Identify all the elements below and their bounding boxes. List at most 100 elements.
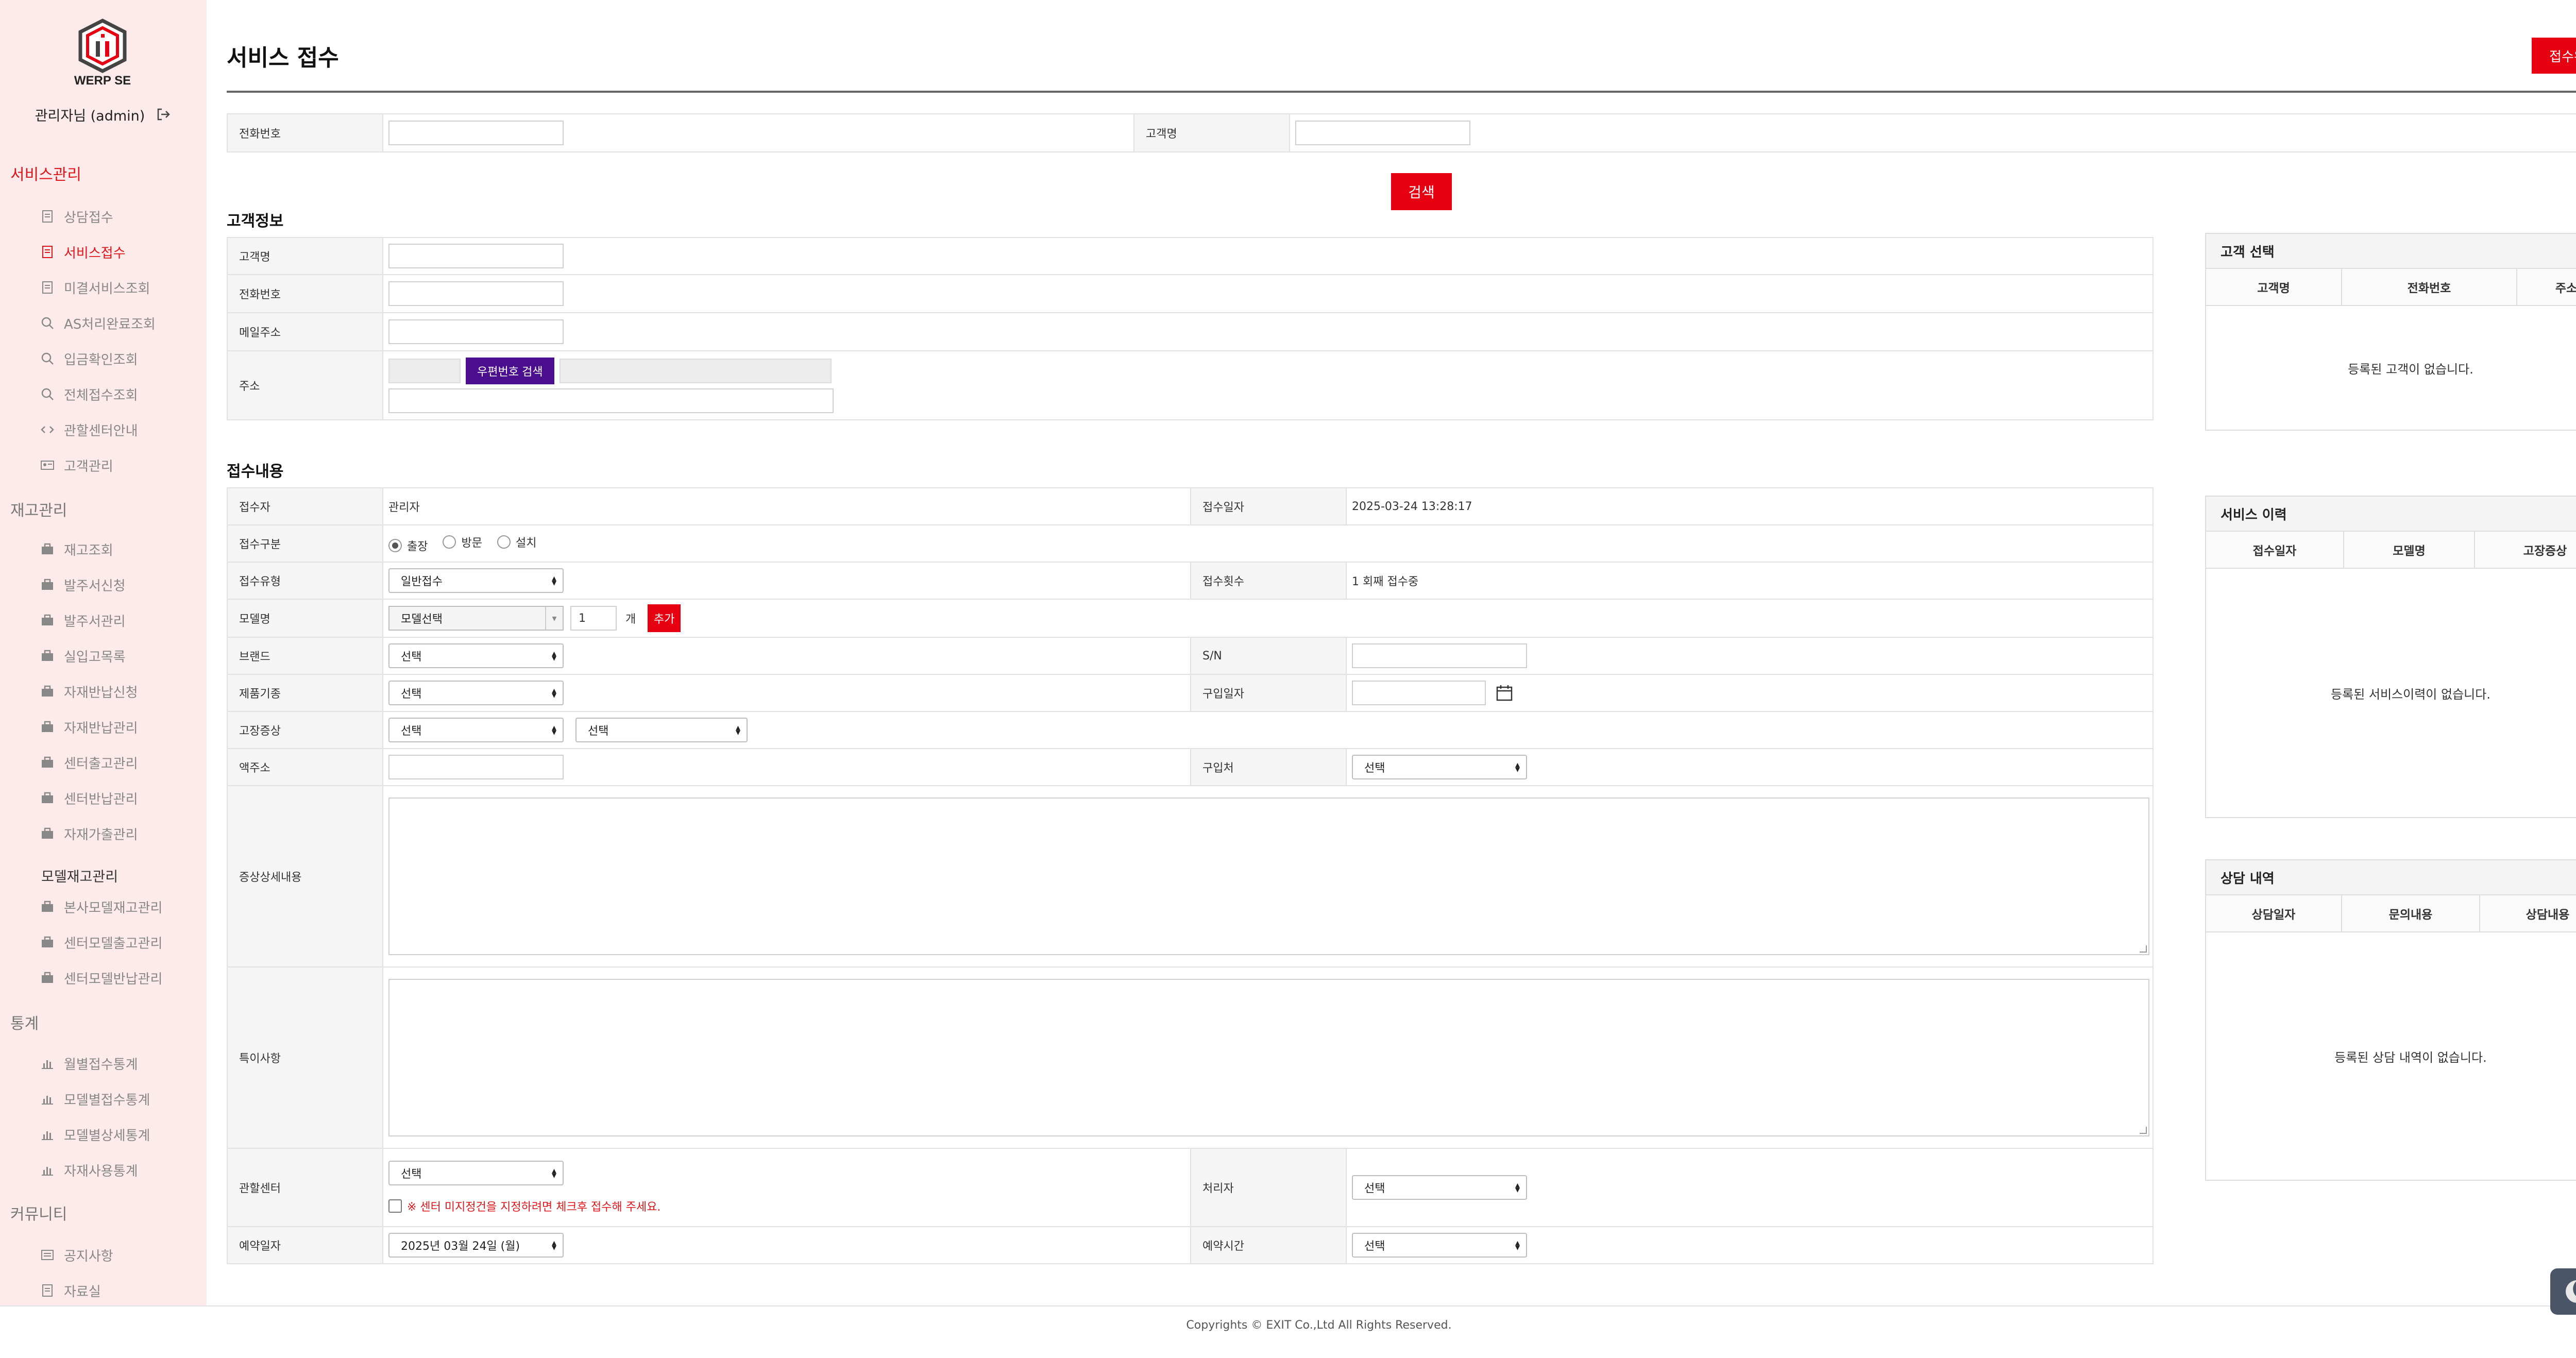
sidebar-item[interactable]: 센터모델반납관리 xyxy=(40,967,162,988)
receipt-table: 접수자 관리자 접수일자 2025-03-24 13:28:17 접수구분 출장… xyxy=(227,487,2154,1264)
sidebar-item[interactable]: 자재반납신청 xyxy=(40,681,138,702)
purchase-place-select[interactable]: 선택 ▴ ▾ xyxy=(1352,755,1527,779)
product-value: 선택 xyxy=(401,688,422,701)
center-select[interactable]: 선택 ▴ ▾ xyxy=(388,1161,564,1185)
sidebar-item-label: 센터출고관리 xyxy=(64,756,138,772)
sidebar-item[interactable]: 자료실 xyxy=(40,1280,101,1301)
sidebar-item[interactable]: 미결서비스조회 xyxy=(40,277,150,298)
sidebar-item[interactable]: 센터출고관리 xyxy=(40,752,138,773)
nav-section-community[interactable]: 커뮤니티 xyxy=(10,1201,67,1224)
sidebar-item[interactable]: 관할센터안내 xyxy=(40,419,138,440)
purchase-date-input[interactable] xyxy=(1352,681,1486,705)
sidebar-item[interactable]: 자재사용통계 xyxy=(40,1160,138,1180)
center-unassigned-checkbox[interactable] xyxy=(388,1199,402,1213)
sn-input[interactable] xyxy=(1352,643,1527,668)
sidebar-item[interactable]: AS처리완료조회 xyxy=(40,313,156,333)
document-icon xyxy=(42,1284,53,1297)
symptom-value-2: 선택 xyxy=(588,725,609,738)
dropdown-arrow-icon: ▾ xyxy=(545,607,563,630)
search-name-input[interactable] xyxy=(1295,121,1470,145)
reserve-date-select[interactable]: 2025년 03월 24일 (월) ▴ ▾ xyxy=(388,1233,564,1258)
notes-textarea[interactable] xyxy=(388,979,2149,1136)
sidebar-item[interactable]: 서비스접수 xyxy=(40,242,126,262)
sidebar-item-label: 재고조회 xyxy=(64,542,113,558)
calendar-icon[interactable] xyxy=(1496,684,1513,702)
briefcase-icon xyxy=(42,792,53,803)
sidebar-item[interactable]: 모델별접수통계 xyxy=(40,1089,150,1109)
sidebar-item[interactable]: 발주서신청 xyxy=(40,574,126,595)
sidebar-item[interactable]: 모델별상세통계 xyxy=(40,1124,150,1145)
id-card-icon xyxy=(41,461,54,470)
customer-phone-input[interactable] xyxy=(388,281,564,306)
quantity-input[interactable]: 1 xyxy=(570,606,617,631)
radio-visit-label: 방문 xyxy=(461,536,482,550)
sidebar-item[interactable]: 발주서관리 xyxy=(40,610,126,631)
address-main-input[interactable] xyxy=(559,359,832,383)
sidebar-item[interactable]: 자재가출관리 xyxy=(40,823,138,844)
bar-chart-icon xyxy=(42,1167,53,1176)
dark-mode-toggle[interactable] xyxy=(2550,1268,2576,1315)
customer-email-input[interactable] xyxy=(388,319,564,344)
customer-info-title: 고객정보 xyxy=(227,212,284,230)
search-phone-input[interactable] xyxy=(388,121,564,145)
nav-section-stock[interactable]: 재고관리 xyxy=(10,498,67,520)
model-select[interactable]: 모델선택 ▾ xyxy=(388,606,564,631)
sidebar-item-label: 입금확인조회 xyxy=(64,352,138,368)
search-name-label: 고객명 xyxy=(1133,113,1290,152)
radio-visit[interactable]: 방문 xyxy=(443,534,482,550)
werp-logo[interactable]: WERP SE xyxy=(73,19,132,93)
sidebar-item-label: 서비스접수 xyxy=(64,245,126,261)
sidebar-item-label: 관할센터안내 xyxy=(64,423,138,439)
brand-select[interactable]: 선택 ▴ ▾ xyxy=(388,643,564,668)
detail-textarea[interactable] xyxy=(388,797,2149,955)
add-model-button[interactable]: 추가 xyxy=(648,604,681,632)
sidebar-item[interactable]: 공지사항 xyxy=(40,1245,113,1265)
notes-label: 특이사항 xyxy=(227,966,383,1149)
sidebar-item[interactable]: 자재반납관리 xyxy=(40,717,138,737)
search-phone-label: 전화번호 xyxy=(227,113,383,152)
nav-sub-model-stock[interactable]: 모델재고관리 xyxy=(41,865,118,886)
product-select[interactable]: 선택 ▴ ▾ xyxy=(388,681,564,705)
moon-icon xyxy=(2566,1280,2576,1303)
sidebar-item-label: 발주서관리 xyxy=(64,614,126,630)
reserve-time-value: 선택 xyxy=(1364,1240,1385,1253)
logout-icon[interactable] xyxy=(155,106,172,123)
addr-input[interactable] xyxy=(388,755,564,779)
resize-grip-icon[interactable] xyxy=(2140,1127,2147,1134)
sidebar-item[interactable]: 본사모델재고관리 xyxy=(40,896,162,917)
receipt-complete-button[interactable]: 접수완료 xyxy=(2532,38,2576,74)
resize-grip-icon[interactable] xyxy=(2140,945,2147,953)
receiver-value: 관리자 xyxy=(382,487,1191,525)
document-icon xyxy=(42,210,53,223)
select-arrows-icon: ▴ ▾ xyxy=(1515,759,1520,775)
search-button[interactable]: 검색 xyxy=(1391,173,1452,210)
sidebar-item[interactable]: 상담접수 xyxy=(40,206,113,227)
reserve-time-select[interactable]: 선택 ▴ ▾ xyxy=(1352,1233,1527,1258)
nav-section-stats[interactable]: 통계 xyxy=(10,1011,39,1033)
symptom-select-2[interactable]: 선택 ▴ ▾ xyxy=(575,718,748,742)
symptom-select-1[interactable]: 선택 ▴ ▾ xyxy=(388,718,564,742)
sidebar-item[interactable]: 입금확인조회 xyxy=(40,348,138,369)
detail-label: 증상상세내용 xyxy=(227,785,383,967)
briefcase-icon xyxy=(42,756,53,768)
zipcode-search-button[interactable]: 우편번호 검색 xyxy=(466,358,554,384)
nav-section-service[interactable]: 서비스관리 xyxy=(10,162,81,184)
address-detail-input[interactable] xyxy=(388,388,834,413)
sidebar-item[interactable]: 고객관리 xyxy=(40,455,113,476)
customer-name-input[interactable] xyxy=(388,244,564,268)
radio-trip[interactable]: 출장 xyxy=(388,537,428,554)
sidebar-item[interactable]: 센터반납관리 xyxy=(40,788,138,808)
sidebar-item[interactable]: 월별접수통계 xyxy=(40,1053,138,1074)
consult-history-panel: 상담 내역 상담일자 문의내용 상담내용 등록된 상담 내역이 없습니다. xyxy=(2205,859,2576,1181)
sidebar-item[interactable]: 재고조회 xyxy=(40,539,113,559)
sidebar-item[interactable]: 전체접수조회 xyxy=(40,384,138,404)
radio-install[interactable]: 설치 xyxy=(497,534,536,550)
receipt-type-label: 접수구분 xyxy=(227,524,383,563)
handler-select[interactable]: 선택 ▴ ▾ xyxy=(1352,1175,1527,1200)
receipt-kind-select[interactable]: 일반접수 ▴ ▾ xyxy=(388,568,564,593)
zipcode-input[interactable] xyxy=(388,359,461,383)
sidebar-item[interactable]: 센터모델출고관리 xyxy=(40,932,162,953)
sidebar-item[interactable]: 실입고목록 xyxy=(40,646,126,666)
select-arrows-icon: ▴ ▾ xyxy=(551,1165,556,1181)
document-icon xyxy=(42,281,53,294)
